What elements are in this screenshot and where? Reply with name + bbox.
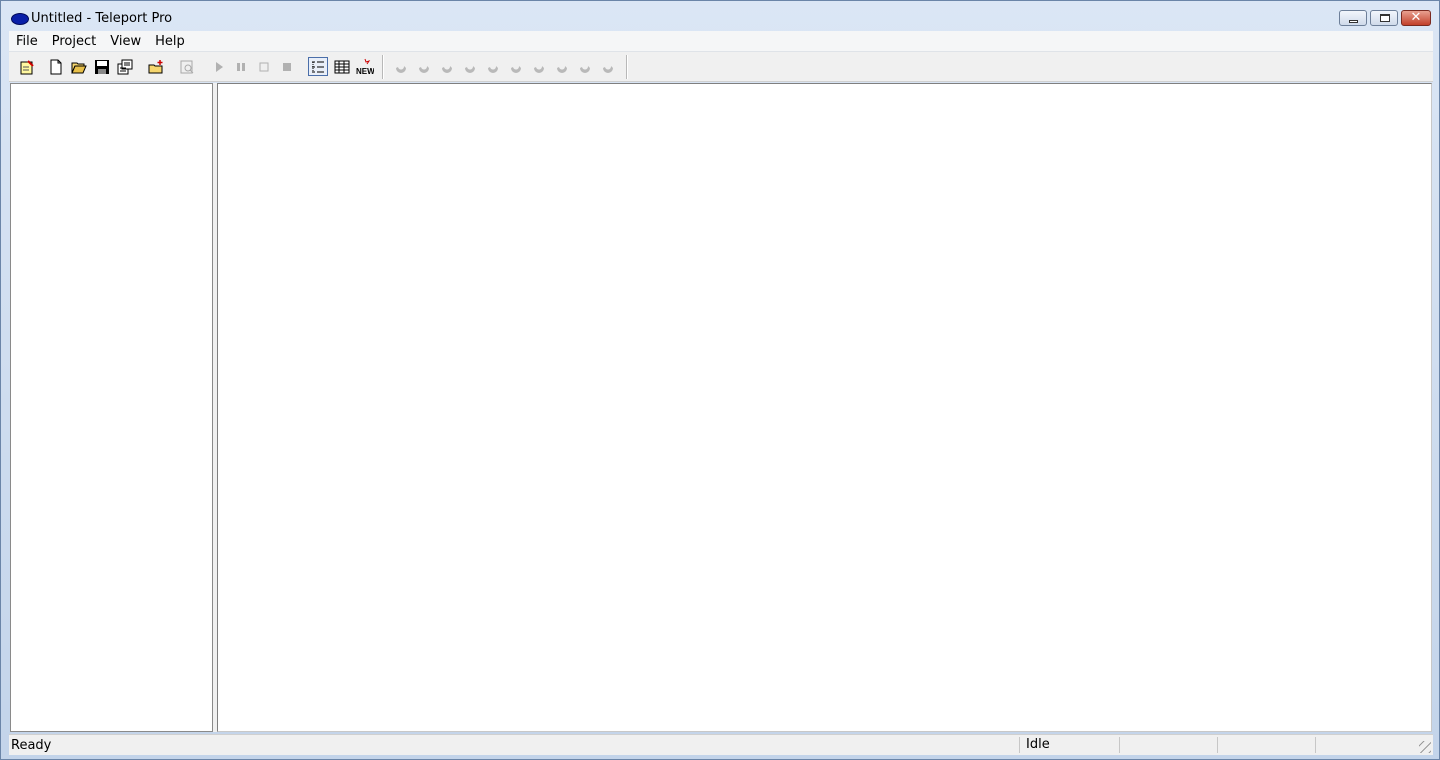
new-button[interactable] — [46, 57, 66, 76]
play-icon — [216, 61, 223, 72]
thread-idle-icon — [557, 65, 567, 73]
project-tree-pane[interactable] — [10, 83, 213, 732]
close-icon: ✕ — [1410, 10, 1422, 25]
status-cell-3 — [1315, 737, 1415, 753]
thread-10-indicator — [598, 57, 618, 76]
new-files-button[interactable]: NEW — [355, 57, 375, 76]
menu-view[interactable]: View — [103, 34, 148, 49]
thread-7-indicator — [529, 57, 549, 76]
browse-button[interactable] — [177, 57, 197, 76]
maximize-icon — [1380, 14, 1390, 22]
status-cell-2 — [1217, 737, 1315, 753]
menu-project[interactable]: Project — [45, 34, 103, 49]
thread-idle-icon — [603, 65, 613, 73]
thread-9-indicator — [575, 57, 595, 76]
thread-idle-icon — [442, 65, 452, 73]
status-bar: Ready Idle — [9, 734, 1433, 755]
open-button[interactable] — [69, 57, 89, 76]
cancel-button[interactable] — [277, 57, 297, 76]
thread-5-indicator — [483, 57, 503, 76]
list-view-button[interactable] — [332, 57, 352, 76]
folder-open-icon — [71, 62, 87, 73]
teleport-app-icon[interactable] — [11, 13, 29, 25]
properties-icon — [117, 59, 133, 74]
stop-outline-button[interactable] — [254, 57, 274, 76]
maximize-button[interactable] — [1370, 10, 1398, 26]
start-button[interactable] — [209, 57, 229, 76]
floppy-disk-icon — [95, 59, 109, 74]
add-folder-icon — [148, 59, 163, 73]
thread-idle-icon — [396, 65, 406, 73]
new-project-wizard-button[interactable] — [17, 57, 37, 76]
menu-bar: File Project View Help — [9, 31, 1433, 52]
menu-help[interactable]: Help — [148, 34, 192, 49]
add-address-button[interactable] — [146, 57, 166, 76]
menu-file[interactable]: File — [9, 34, 45, 49]
app-window: Untitled - Teleport Pro ✕ File Project V… — [0, 0, 1440, 760]
minimize-button[interactable] — [1339, 10, 1367, 26]
list-view-icon — [334, 60, 350, 73]
stop-icon — [283, 62, 291, 71]
pause-icon — [237, 62, 245, 71]
new-files-icon: NEW — [356, 58, 374, 76]
status-cell-1 — [1119, 737, 1217, 753]
toolbar-separator-end — [626, 55, 628, 79]
thread-6-indicator — [506, 57, 526, 76]
toolbar: NEW — [9, 52, 1433, 82]
thread-8-indicator — [552, 57, 572, 76]
tree-view-button[interactable] — [308, 57, 328, 76]
resize-grip-icon[interactable] — [1419, 741, 1431, 753]
thread-idle-icon — [465, 65, 475, 73]
thread-2-indicator — [414, 57, 434, 76]
window-title: Untitled - Teleport Pro — [31, 11, 173, 26]
thread-1-indicator — [391, 57, 411, 76]
stop-outline-icon — [259, 62, 269, 71]
title-bar[interactable]: Untitled - Teleport Pro ✕ — [1, 1, 1439, 31]
browse-icon — [180, 60, 194, 73]
pause-button[interactable] — [231, 57, 251, 76]
status-message: Ready — [11, 738, 52, 753]
toolbar-separator — [382, 55, 384, 79]
thread-idle-icon — [511, 65, 521, 73]
wizard-icon — [20, 59, 34, 74]
close-button[interactable]: ✕ — [1401, 10, 1431, 26]
tree-view-icon — [312, 61, 324, 72]
thread-3-indicator — [437, 57, 457, 76]
thread-idle-icon — [580, 65, 590, 73]
status-state: Idle — [1019, 737, 1119, 753]
thread-idle-icon — [534, 65, 544, 73]
thread-idle-icon — [488, 65, 498, 73]
file-list-pane[interactable] — [217, 83, 1432, 732]
properties-button[interactable] — [115, 57, 135, 76]
minimize-icon — [1349, 20, 1358, 23]
save-button[interactable] — [92, 57, 112, 76]
thread-4-indicator — [460, 57, 480, 76]
new-document-icon — [50, 59, 62, 74]
thread-idle-icon — [419, 65, 429, 73]
new-files-label: NEW — [356, 67, 374, 76]
window-controls: ✕ — [1339, 10, 1431, 26]
